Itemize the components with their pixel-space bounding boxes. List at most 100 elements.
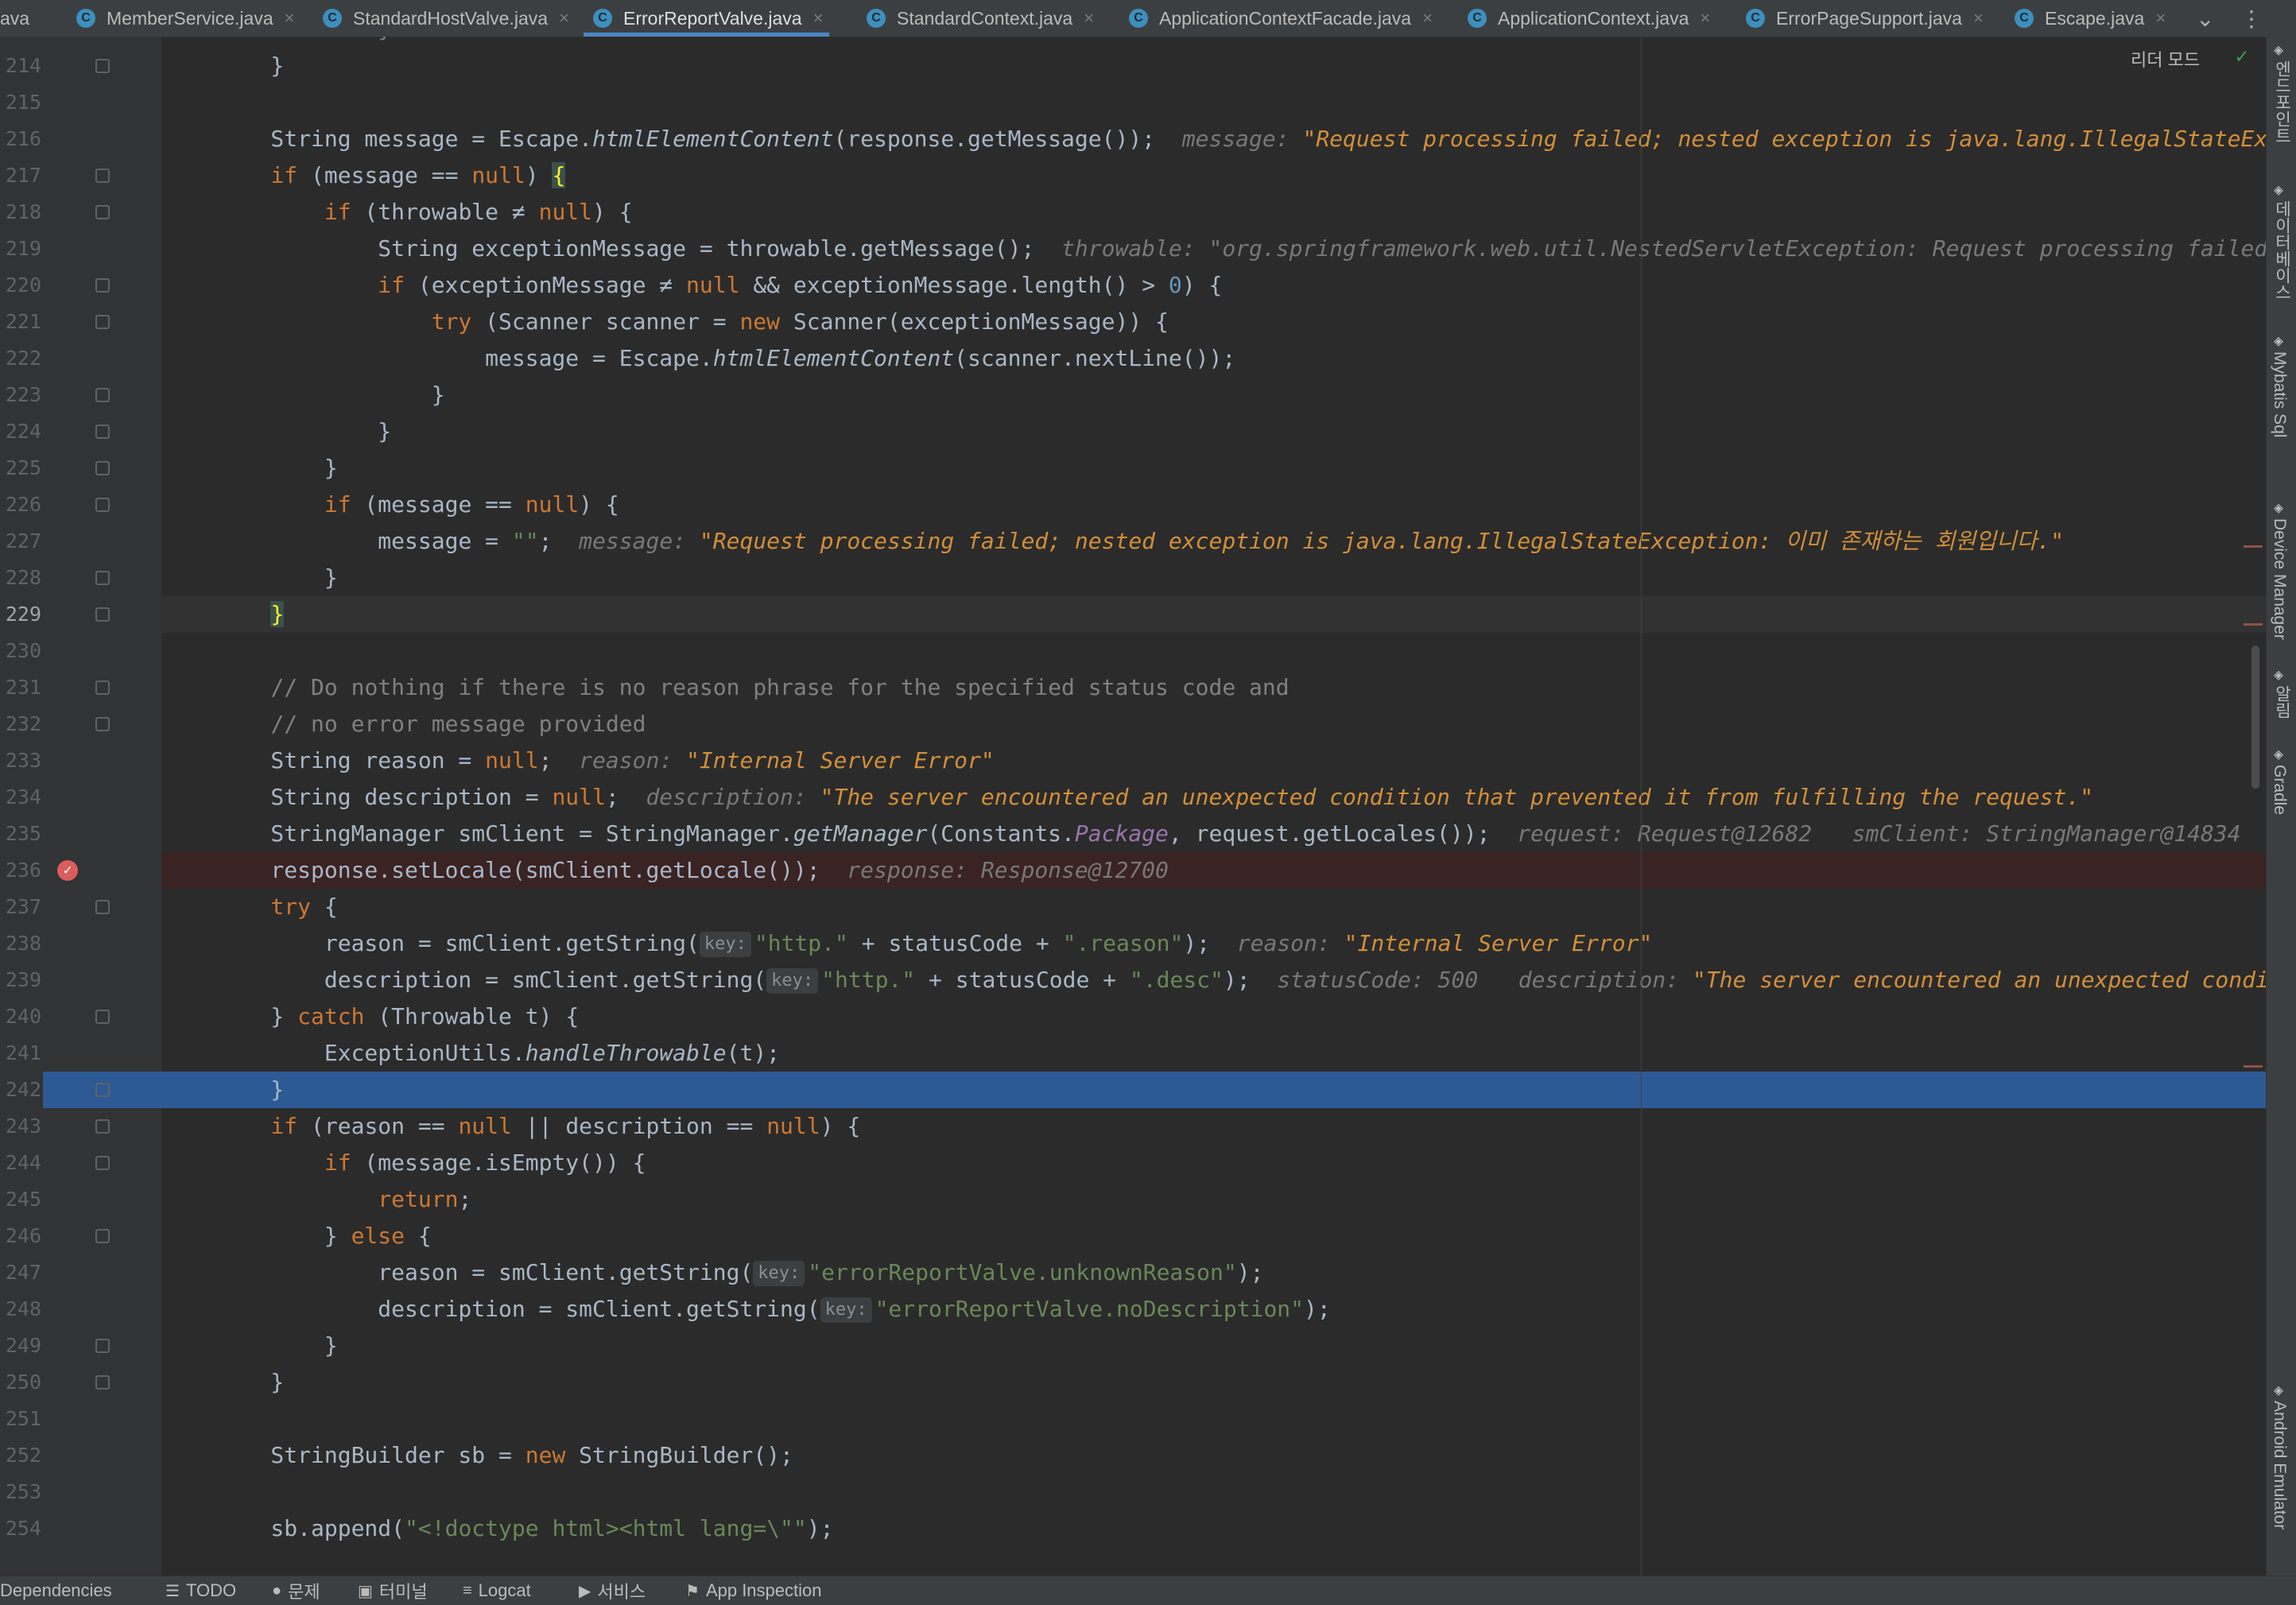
- code-line[interactable]: reason = smClient.getString(key: "http." …: [161, 925, 2266, 962]
- code-line[interactable]: if (message == null) {: [161, 157, 2266, 194]
- code-line[interactable]: } catch (Throwable t) {: [161, 998, 2266, 1035]
- code-line[interactable]: sb.append("<!doctype html><html lang=\""…: [161, 1510, 2266, 1547]
- error-stripe-mark[interactable]: [2244, 1065, 2263, 1068]
- code-line[interactable]: try (Scanner scanner = new Scanner(excep…: [161, 304, 2266, 340]
- code-line[interactable]: [161, 633, 2266, 669]
- fold-marker-icon[interactable]: [95, 461, 110, 475]
- editor-tab[interactable]: C StandardHostValve.java ×: [323, 0, 569, 37]
- code-line[interactable]: description = smClient.getString(key: "ht…: [161, 962, 2266, 998]
- editor-tab[interactable]: C MemberService.java ×: [76, 0, 295, 37]
- code-line[interactable]: try {: [161, 889, 2266, 925]
- right-tool-3[interactable]: Device Manager: [2270, 518, 2289, 640]
- code-line[interactable]: StringBuilder sb = new StringBuilder();: [161, 1437, 2266, 1474]
- fold-marker-icon[interactable]: [95, 1119, 110, 1134]
- fold-marker-icon[interactable]: [95, 315, 110, 329]
- inspection-ok-icon[interactable]: ✓: [2236, 45, 2248, 68]
- fold-marker-icon[interactable]: [95, 1156, 110, 1170]
- fold-marker-icon[interactable]: [95, 1229, 110, 1243]
- right-tool-0[interactable]: 엔드포인트: [2270, 60, 2294, 144]
- fold-marker-icon[interactable]: [95, 278, 110, 293]
- fold-marker-icon[interactable]: [95, 571, 110, 585]
- fold-marker-icon[interactable]: [95, 1339, 110, 1353]
- bottom-tool-1[interactable]: ☰ TODO: [165, 1576, 236, 1605]
- chevron-down-icon[interactable]: ⌄: [2196, 0, 2214, 37]
- code-line[interactable]: }: [161, 413, 2266, 450]
- error-stripe-mark[interactable]: [2244, 545, 2263, 548]
- error-stripe-mark[interactable]: [2244, 623, 2263, 626]
- code-line[interactable]: if (message == null) {: [161, 487, 2266, 523]
- fold-marker-icon[interactable]: [95, 900, 110, 914]
- more-vertical-icon[interactable]: ⋮: [2240, 0, 2263, 37]
- code-line[interactable]: // Do nothing if there is no reason phra…: [161, 669, 2266, 706]
- code-line[interactable]: // no error message provided: [161, 706, 2266, 742]
- code-line[interactable]: }: [161, 1328, 2266, 1364]
- bottom-tool-4[interactable]: ≡ Logcat: [463, 1576, 531, 1605]
- tab-close-icon[interactable]: ×: [2155, 8, 2166, 29]
- code-line[interactable]: if (message.isEmpty()) {: [161, 1145, 2266, 1181]
- editor-scrollbar-thumb[interactable]: [2251, 645, 2259, 789]
- fold-marker-icon[interactable]: [95, 607, 110, 622]
- code-line[interactable]: }: [161, 1072, 2266, 1108]
- code-line[interactable]: message = ""; message: "Request processi…: [161, 523, 2266, 560]
- right-tool-4[interactable]: 알림: [2270, 685, 2294, 719]
- tab-close-icon[interactable]: ×: [559, 8, 569, 29]
- code-line[interactable]: if (throwable ≠ null) {: [161, 194, 2266, 231]
- fold-marker-icon[interactable]: [95, 388, 110, 402]
- code-line[interactable]: reason = smClient.getString(key: "errorRe…: [161, 1254, 2266, 1291]
- code-line[interactable]: String reason = null; reason: "Internal …: [161, 742, 2266, 779]
- bottom-tool-3[interactable]: ▣ 터미널: [358, 1576, 428, 1605]
- code-line[interactable]: String description = null; description: …: [161, 779, 2266, 816]
- reader-mode-toggle[interactable]: 리더 모드: [2131, 46, 2200, 72]
- code-line[interactable]: response.setLocale(smClient.getLocale())…: [161, 852, 2266, 889]
- right-tool-5[interactable]: Gradle: [2270, 765, 2289, 815]
- editor-gutter[interactable]: 213 214 215 216 217 218 219 220 221 222 223 224 225 2…: [0, 37, 161, 1576]
- right-tool-2[interactable]: Mybatis Sql: [2270, 351, 2289, 438]
- code-editor[interactable]: } } String message = Escape.htmlElementC…: [161, 37, 2266, 1576]
- editor-tab[interactable]: C Escape.java ×: [2015, 0, 2166, 37]
- code-line[interactable]: ExceptionUtils.handleThrowable(t);: [161, 1035, 2266, 1072]
- code-line[interactable]: }: [161, 48, 2266, 84]
- fold-marker-icon[interactable]: [95, 1010, 110, 1024]
- fold-marker-icon[interactable]: [95, 498, 110, 512]
- editor-tab[interactable]: C ErrorReportValve.java ×: [583, 0, 830, 37]
- tab-close-icon[interactable]: ×: [285, 8, 295, 29]
- code-line[interactable]: return;: [161, 1181, 2266, 1218]
- right-tool-1[interactable]: 데이터베이스: [2270, 200, 2294, 300]
- code-line[interactable]: [161, 1474, 2266, 1510]
- bottom-tool-5[interactable]: ▶ 서비스: [579, 1576, 646, 1605]
- code-line[interactable]: String exceptionMessage = throwable.getM…: [161, 231, 2266, 267]
- editor-tab[interactable]: C ApplicationContextFacade.java ×: [1129, 0, 1433, 37]
- code-line[interactable]: [161, 1401, 2266, 1437]
- code-line[interactable]: if (exceptionMessage ≠ null && exception…: [161, 267, 2266, 304]
- fold-marker-icon[interactable]: [95, 59, 110, 73]
- code-line[interactable]: if (reason == null || description == nul…: [161, 1108, 2266, 1145]
- code-line[interactable]: [161, 84, 2266, 121]
- fold-marker-icon[interactable]: [95, 1375, 110, 1390]
- fold-marker-icon[interactable]: [95, 680, 110, 695]
- tab-close-icon[interactable]: ×: [1422, 8, 1433, 29]
- editor-tab[interactable]: C ApplicationContext.java ×: [1468, 0, 1710, 37]
- code-line[interactable]: }: [161, 450, 2266, 487]
- editor-tab[interactable]: C ErrorPageSupport.java ×: [1746, 0, 1984, 37]
- fold-marker-icon[interactable]: [95, 205, 110, 219]
- fold-marker-icon[interactable]: [95, 717, 110, 731]
- code-line[interactable]: }: [161, 37, 2266, 48]
- code-line[interactable]: String message = Escape.htmlElementConte…: [161, 121, 2266, 157]
- editor-tab[interactable]: ava: [0, 0, 29, 37]
- bottom-tool-6[interactable]: ⚑ App Inspection: [685, 1576, 821, 1605]
- fold-marker-icon[interactable]: [95, 1083, 110, 1097]
- code-line[interactable]: }: [161, 377, 2266, 413]
- code-line[interactable]: }: [161, 1364, 2266, 1401]
- bottom-tool-2[interactable]: ● 문제: [272, 1576, 320, 1605]
- fold-marker-icon[interactable]: [95, 169, 110, 183]
- code-line[interactable]: description = smClient.getString(key: "er…: [161, 1291, 2266, 1328]
- tab-close-icon[interactable]: ×: [1973, 8, 1984, 29]
- code-line[interactable]: }: [161, 560, 2266, 596]
- code-line[interactable]: }: [161, 596, 2266, 633]
- tab-close-icon[interactable]: ×: [1084, 8, 1094, 29]
- code-line[interactable]: message = Escape.htmlElementContent(scan…: [161, 340, 2266, 377]
- editor-tab[interactable]: C StandardContext.java ×: [867, 0, 1094, 37]
- code-line[interactable]: } else {: [161, 1218, 2266, 1254]
- code-line[interactable]: StringManager smClient = StringManager.g…: [161, 816, 2266, 852]
- fold-marker-icon[interactable]: [95, 425, 110, 439]
